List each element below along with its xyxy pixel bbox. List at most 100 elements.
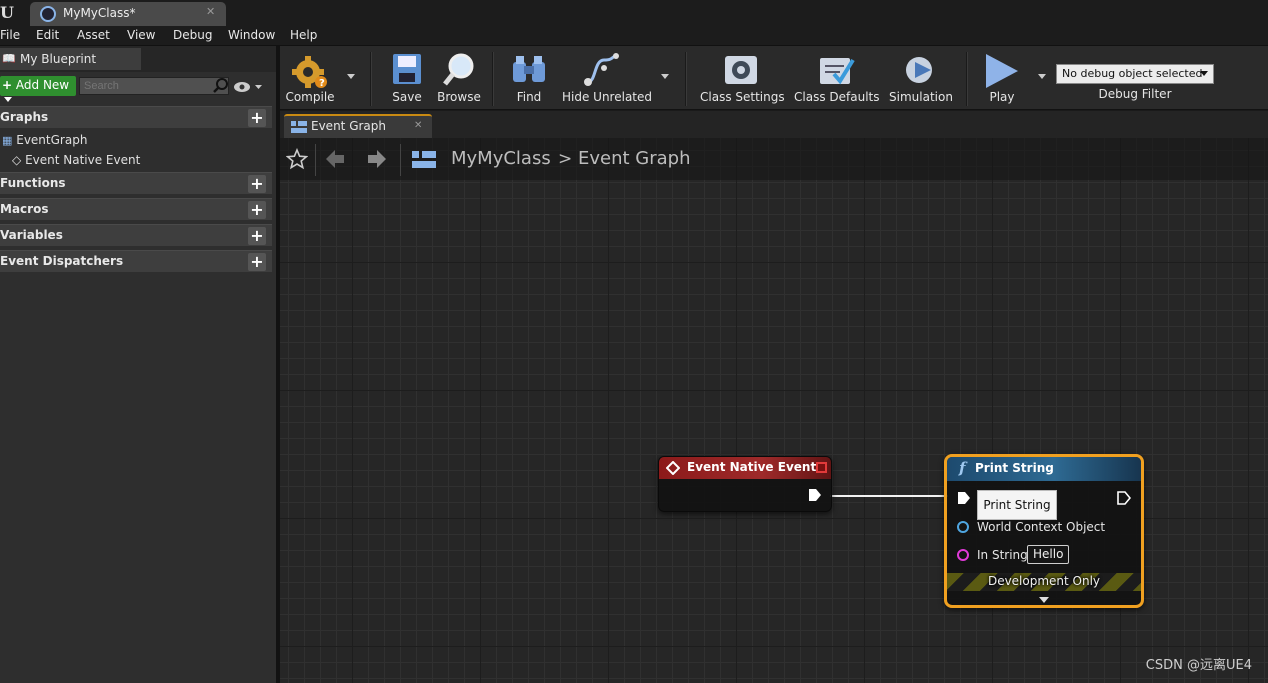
menu-file[interactable]: File [0,28,20,42]
graphs-section-header[interactable]: Graphs + [0,106,272,128]
browse-label: Browse [437,90,481,104]
play-options-chevron-icon[interactable] [1038,74,1046,79]
tree-item-event-native-event[interactable]: ◇ Event Native Event [12,153,140,167]
hide-unrelated-button[interactable]: Hide Unrelated [562,46,653,108]
chevron-down-icon [4,97,12,102]
close-tab-icon[interactable]: ✕ [414,120,422,131]
menu-debug[interactable]: Debug [173,28,212,42]
menu-help[interactable]: Help [290,28,317,42]
browse-button[interactable]: Browse [434,46,484,108]
event-diamond-icon [666,461,680,475]
add-function-button[interactable]: + [248,175,266,193]
class-settings-gear-icon [725,56,757,84]
variables-section-header[interactable]: Variables + [0,224,272,246]
variables-section-label: Variables [0,228,63,242]
save-button[interactable]: Save [384,46,430,108]
tooltip: Print String [977,490,1057,520]
class-defaults-button[interactable]: Class Defaults [794,46,879,108]
add-variable-button[interactable]: + [248,227,266,245]
toolbar-separator [492,52,494,106]
in-string-pin-icon[interactable] [957,549,969,561]
play-label: Play [989,90,1015,104]
tree-item-eventgraph[interactable]: ▦ EventGraph [2,133,87,147]
svg-text:?: ? [319,78,325,89]
find-button[interactable]: Find [506,46,552,108]
document-tab-label: MyMyClass* [63,6,136,20]
functions-section-header[interactable]: Functions + [0,172,272,194]
debug-object-select-value: No debug object selected [1062,67,1203,80]
blueprint-toolbar: ? Compile Save Browse Find Hide Unrelate… [280,46,1268,110]
save-disk-icon [393,54,421,84]
print-string-node[interactable]: f Print String World Context Object In S… [944,454,1144,608]
compile-gear-icon: ? [292,56,327,89]
function-icon: f [959,459,966,477]
plus-icon: + [2,78,13,92]
save-label: Save [392,90,422,104]
world-context-pin-icon[interactable] [957,521,969,533]
graph-icon: ▦ [2,134,13,147]
tree-item-event-native-event-label: Event Native Event [25,153,141,167]
document-tab[interactable]: MyMyClass* ✕ [30,2,226,26]
menu-bar: File Edit Asset View Debug Window Help [0,26,1268,46]
event-dispatchers-section-label: Event Dispatchers [0,254,124,268]
graphs-section-label: Graphs [0,110,49,124]
simulation-label: Simulation [889,90,953,104]
blueprint-class-icon [40,6,56,22]
compile-label: Compile [285,90,335,104]
add-macro-button[interactable]: + [248,201,266,219]
add-new-button[interactable]: + Add New [0,76,76,102]
toolbar-separator [685,52,687,106]
simulation-gear-play-icon [906,57,932,83]
graph-icon [291,121,307,133]
expand-node-chevron-icon[interactable] [1039,597,1049,603]
add-event-dispatcher-button[interactable]: + [248,253,266,271]
menu-window[interactable]: Window [228,28,275,42]
compile-button[interactable]: ? Compile [282,46,338,108]
exec-input-pin-icon[interactable] [957,491,971,505]
delegate-pin-icon[interactable] [816,462,827,473]
graph-editor-canvas[interactable]: MyMyClass > Event Graph Event Native Eve… [280,138,1268,683]
in-string-input[interactable]: Hello [1027,545,1070,564]
watermark: CSDN @远离UE4 [1145,658,1252,673]
hide-unrelated-label: Hide Unrelated [562,90,653,104]
search-icon[interactable] [212,77,229,94]
my-blueprint-tab-label: My Blueprint [20,52,97,66]
event-native-event-node[interactable]: Event Native Event [658,456,832,512]
chevron-down-icon [1200,71,1208,76]
play-icon [986,54,1018,88]
tab-event-graph[interactable]: Event Graph ✕ [284,114,432,138]
menu-asset[interactable]: Asset [77,28,110,42]
compile-options-chevron-icon[interactable] [347,74,355,79]
eye-visibility-icon[interactable] [234,80,262,94]
title-bar: U MyMyClass* ✕ [0,0,1268,26]
class-settings-button[interactable]: Class Settings [700,46,785,108]
class-settings-label: Class Settings [700,90,785,104]
macros-section-header[interactable]: Macros + [0,198,272,220]
class-defaults-checklist-icon [820,58,855,85]
menu-view[interactable]: View [127,28,155,42]
hide-unrelated-icon [584,53,619,86]
tree-item-eventgraph-label: EventGraph [16,133,88,147]
my-blueprint-tab[interactable]: 📖 My Blueprint [0,48,141,70]
add-new-label: Add New [15,78,70,92]
play-button[interactable]: Play [978,46,1026,108]
close-tab-icon[interactable]: ✕ [206,5,215,18]
exec-output-pin-icon[interactable] [808,488,822,502]
event-dispatchers-section-header[interactable]: Event Dispatchers + [0,250,272,272]
unreal-logo-icon: U [0,3,14,22]
hide-unrelated-options-chevron-icon[interactable] [661,74,669,79]
search-input[interactable] [79,77,229,95]
find-binoculars-icon [513,56,545,82]
tab-event-graph-label: Event Graph [311,119,386,133]
in-string-label: In String [977,548,1028,562]
debug-object-select[interactable]: No debug object selected [1056,64,1214,84]
add-graph-button[interactable]: + [248,109,266,127]
event-diamond-icon: ◇ [12,153,22,167]
functions-section-label: Functions [0,176,66,190]
menu-edit[interactable]: Edit [36,28,59,42]
simulation-button[interactable]: Simulation [886,46,956,108]
debug-filter-label: Debug Filter [1098,87,1172,101]
event-node-title: Event Native Event [687,460,817,474]
exec-output-pin-icon[interactable] [1117,491,1131,505]
my-blueprint-body: + Add New Graphs + ▦ EventGraph ◇ Event … [0,72,276,683]
